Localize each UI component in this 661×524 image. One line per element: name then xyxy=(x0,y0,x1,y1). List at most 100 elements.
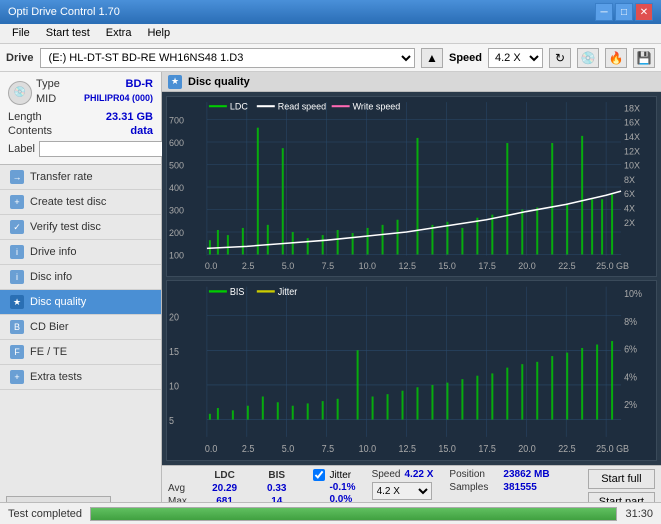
svg-text:4%: 4% xyxy=(624,372,637,384)
svg-text:BIS: BIS xyxy=(230,286,245,298)
drive-select[interactable]: (E:) HL-DT-ST BD-RE WH16NS48 1.D3 xyxy=(40,48,415,68)
top-chart-svg: 700 600 500 400 300 200 100 18X 16X 14X … xyxy=(167,97,656,276)
nav-transfer-rate[interactable]: → Transfer rate xyxy=(0,165,161,190)
drive-label: Drive xyxy=(6,52,34,64)
nav-disc-quality[interactable]: ★ Disc quality xyxy=(0,290,161,315)
speed-label: Speed xyxy=(449,52,482,64)
svg-text:Read speed: Read speed xyxy=(278,101,326,111)
svg-text:10.0: 10.0 xyxy=(359,443,377,455)
label-label: Label xyxy=(8,143,35,155)
avg-label: Avg xyxy=(168,482,197,495)
svg-text:4X: 4X xyxy=(624,203,635,213)
bis-header: BIS xyxy=(252,469,301,482)
svg-text:2%: 2% xyxy=(624,399,637,411)
svg-text:0.0: 0.0 xyxy=(205,261,217,271)
svg-text:2X: 2X xyxy=(624,218,635,228)
svg-text:5.0: 5.0 xyxy=(282,261,294,271)
nav-extra-tests[interactable]: + Extra tests xyxy=(0,365,161,390)
svg-text:500: 500 xyxy=(169,161,184,171)
disc-button[interactable]: 💿 xyxy=(577,48,599,68)
svg-text:LDC: LDC xyxy=(230,101,248,111)
maximize-button[interactable]: □ xyxy=(615,3,633,21)
nav-disc-info[interactable]: i Disc info xyxy=(0,265,161,290)
close-button[interactable]: ✕ xyxy=(635,3,653,21)
svg-text:20: 20 xyxy=(169,312,180,324)
statusbar: Test completed 31:30 xyxy=(0,502,661,524)
progress-bar-fill xyxy=(91,508,616,520)
nav-label-cd-bier: CD Bier xyxy=(30,321,69,333)
nav-label-drive-info: Drive info xyxy=(30,246,76,258)
svg-text:20.0: 20.0 xyxy=(518,443,536,455)
charts-area: 700 600 500 400 300 200 100 18X 16X 14X … xyxy=(162,92,661,465)
disc-icon: 💿 xyxy=(8,81,32,105)
minimize-button[interactable]: ─ xyxy=(595,3,613,21)
jitter-label: Jitter xyxy=(329,470,351,481)
nav-create-test-disc[interactable]: + Create test disc xyxy=(0,190,161,215)
nav-label-transfer-rate: Transfer rate xyxy=(30,171,93,183)
svg-text:2.5: 2.5 xyxy=(242,261,254,271)
contents-label: Contents xyxy=(8,125,52,137)
refresh-button[interactable]: ↻ xyxy=(549,48,571,68)
chart-header: ★ Disc quality xyxy=(162,72,661,92)
svg-text:10%: 10% xyxy=(624,289,642,301)
svg-text:100: 100 xyxy=(169,251,184,261)
svg-text:22.5: 22.5 xyxy=(558,261,575,271)
mid-value: PHILIPR04 (000) xyxy=(84,93,153,105)
menu-file[interactable]: File xyxy=(4,26,38,41)
top-chart: 700 600 500 400 300 200 100 18X 16X 14X … xyxy=(166,96,657,277)
save-button[interactable]: 💾 xyxy=(633,48,655,68)
svg-text:6%: 6% xyxy=(624,344,637,356)
burn-button[interactable]: 🔥 xyxy=(605,48,627,68)
nav-drive-info[interactable]: i Drive info xyxy=(0,240,161,265)
svg-text:0.0: 0.0 xyxy=(205,443,218,455)
svg-text:700: 700 xyxy=(169,115,184,125)
speed-stat-value: 4.22 X xyxy=(404,469,433,480)
samples-value: 381555 xyxy=(503,482,536,493)
content-area: ★ Disc quality xyxy=(162,72,661,524)
menu-starttest[interactable]: Start test xyxy=(38,26,98,41)
label-input[interactable] xyxy=(39,141,177,157)
start-full-button[interactable]: Start full xyxy=(588,469,655,489)
chart-title: Disc quality xyxy=(188,76,250,88)
jitter-checkbox[interactable] xyxy=(313,469,325,481)
svg-text:400: 400 xyxy=(169,183,184,193)
svg-text:7.5: 7.5 xyxy=(322,443,334,455)
menubar: File Start test Extra Help xyxy=(0,24,661,44)
speed-select[interactable]: 4.2 X xyxy=(488,48,543,68)
svg-text:Jitter: Jitter xyxy=(278,286,298,298)
jitter-avg: -0.1% xyxy=(313,482,355,493)
bottom-chart: 20 15 10 5 10% 8% 6% 4% 2% 0.0 2.5 5.0 7… xyxy=(166,280,657,461)
status-time: 31:30 xyxy=(625,508,653,520)
svg-text:Write speed: Write speed xyxy=(353,101,401,111)
disc-info-icon: i xyxy=(10,270,24,284)
svg-text:8X: 8X xyxy=(624,175,635,185)
nav-label-fe-te: FE / TE xyxy=(30,346,67,358)
eject-button[interactable]: ▲ xyxy=(421,48,443,68)
menu-extra[interactable]: Extra xyxy=(98,26,140,41)
position-label: Position xyxy=(449,469,499,480)
svg-text:10.0: 10.0 xyxy=(359,261,376,271)
nav-fe-te[interactable]: F FE / TE xyxy=(0,340,161,365)
fe-te-icon: F xyxy=(10,345,24,359)
speed-stat-label: Speed xyxy=(372,469,401,480)
length-label: Length xyxy=(8,111,42,123)
svg-text:2.5: 2.5 xyxy=(242,443,254,455)
progress-bar-container xyxy=(90,507,617,521)
svg-text:15.0: 15.0 xyxy=(438,443,456,455)
svg-text:200: 200 xyxy=(169,228,184,238)
nav-label-extra-tests: Extra tests xyxy=(30,371,82,383)
position-value: 23862 MB xyxy=(503,469,549,480)
app-title: Opti Drive Control 1.70 xyxy=(8,6,120,18)
nav-verify-test-disc[interactable]: ✓ Verify test disc xyxy=(0,215,161,240)
bottom-chart-svg: 20 15 10 5 10% 8% 6% 4% 2% 0.0 2.5 5.0 7… xyxy=(167,281,656,460)
svg-text:5: 5 xyxy=(169,416,174,428)
nav-cd-bier[interactable]: B CD Bier xyxy=(0,315,161,340)
svg-text:10X: 10X xyxy=(624,161,640,171)
speed-stat-select[interactable]: 4.2 X xyxy=(372,482,432,500)
menu-help[interactable]: Help xyxy=(139,26,178,41)
svg-text:5.0: 5.0 xyxy=(282,443,295,455)
svg-text:25.0 GB: 25.0 GB xyxy=(596,261,629,271)
status-text: Test completed xyxy=(8,508,82,520)
disc-panel: 💿 Type BD-R MID PHILIPR04 (000) Length 2… xyxy=(0,72,161,165)
svg-text:15.0: 15.0 xyxy=(438,261,455,271)
